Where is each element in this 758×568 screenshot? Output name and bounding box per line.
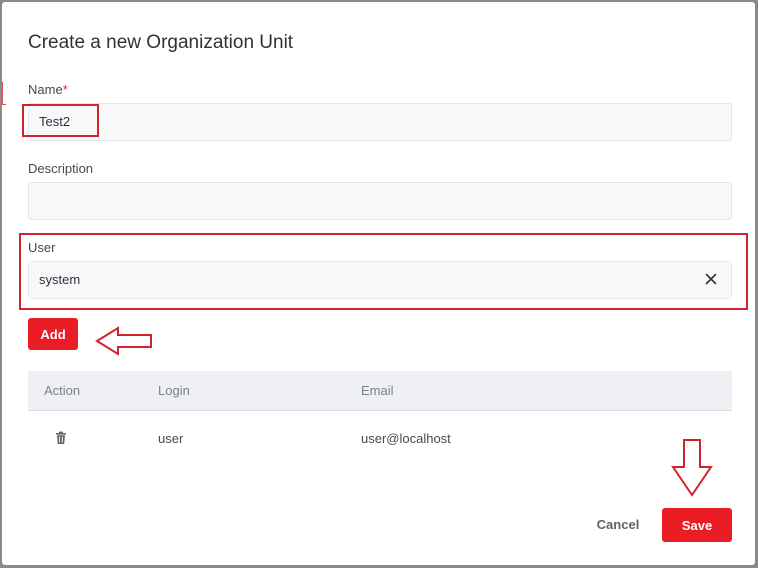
trash-icon[interactable] — [54, 431, 68, 445]
description-input[interactable] — [28, 182, 732, 220]
arrow-left-annotation-icon — [95, 326, 152, 356]
name-label-text: Name — [28, 82, 63, 97]
name-label: Name* — [28, 82, 68, 97]
required-mark: * — [62, 82, 68, 97]
users-table-header: Action Login Email — [28, 371, 732, 411]
cancel-button[interactable]: Cancel — [588, 510, 648, 538]
column-header-action: Action — [44, 383, 81, 398]
user-select-value: system — [39, 272, 81, 287]
add-button[interactable]: Add — [28, 318, 78, 350]
save-button[interactable]: Save — [662, 508, 732, 542]
user-label: User — [28, 240, 56, 255]
description-label: Description — [28, 161, 94, 176]
dialog-title: Create a new Organization Unit — [28, 32, 294, 53]
user-select[interactable]: system — [28, 261, 732, 299]
name-input-value: Test2 — [39, 114, 71, 129]
column-header-email: Email — [361, 383, 394, 398]
background-tab-edge — [2, 82, 6, 105]
row-login: user — [158, 431, 184, 446]
close-icon[interactable] — [703, 271, 719, 287]
name-input[interactable]: Test2 — [28, 103, 732, 141]
create-organization-unit-dialog: Create a new Organization Unit Name* Tes… — [2, 2, 755, 565]
column-header-login: Login — [158, 383, 190, 398]
row-email: user@localhost — [361, 431, 451, 446]
table-row: user user@localhost — [28, 411, 732, 467]
arrow-down-annotation-icon — [671, 439, 713, 497]
